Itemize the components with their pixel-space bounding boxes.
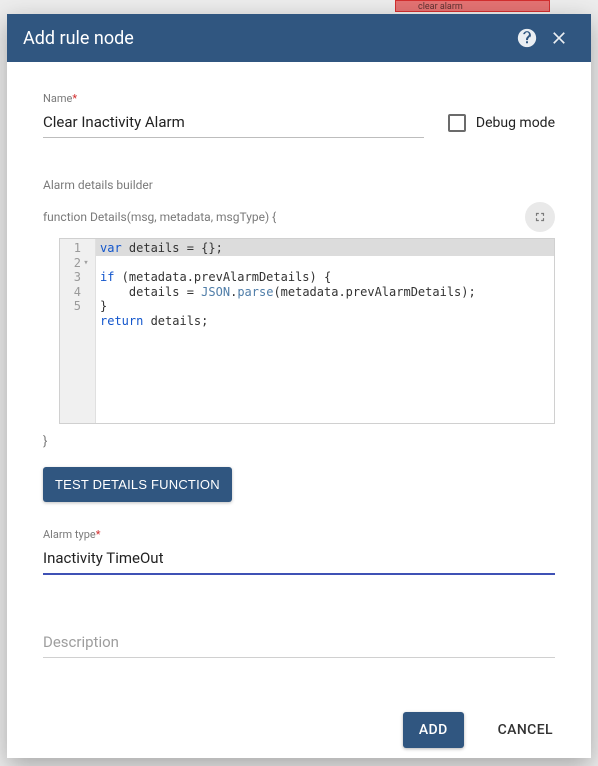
debug-mode-wrap: Debug mode [448,114,555,138]
fold-marker-icon[interactable]: ▾ [83,256,89,271]
description-input[interactable] [43,629,555,658]
editor-gutter: 1 2▾ 3 4 5 [60,239,96,423]
test-details-function-button[interactable]: TEST DETAILS FUNCTION [43,467,232,502]
dialog-titlebar: Add rule node [7,14,591,62]
alarm-type-label-text: Alarm type [43,528,96,541]
help-icon [516,27,538,49]
name-label-text: Name [43,92,72,105]
name-required-marker: * [72,92,77,105]
description-field [43,629,555,658]
background-node-clear-alarm: clear alarm [395,0,550,12]
fullscreen-icon [533,210,547,224]
close-icon [549,28,569,48]
debug-mode-checkbox[interactable] [448,114,466,132]
add-rule-node-dialog: Add rule node Name* Debug mode [7,14,591,758]
gutter-line-4: 4 [74,285,81,300]
dialog-content: Name* Debug mode Alarm details builder f… [7,62,591,700]
gutter-line-2: 2 [74,256,81,271]
name-field: Name* [43,92,424,138]
alarm-type-field: Alarm type* [43,528,555,575]
dialog-footer: ADD CANCEL [7,700,591,758]
gutter-line-5: 5 [74,299,81,314]
alarm-type-label: Alarm type* [43,528,555,541]
name-input[interactable] [43,109,424,138]
debug-mode-label: Debug mode [476,115,555,131]
background-node-label: clear alarm [418,2,463,12]
gutter-line-3: 3 [74,270,81,285]
alarm-details-section-title: Alarm details builder [43,178,555,192]
function-signature-close: } [43,434,555,449]
cancel-button[interactable]: CANCEL [482,712,569,748]
gutter-line-1: 1 [74,241,81,256]
code-editor[interactable]: 1 2▾ 3 4 5 var details = {}; if (metadat… [59,238,555,424]
alarm-type-required-marker: * [96,528,101,541]
add-button[interactable]: ADD [403,712,464,748]
dialog-title: Add rule node [23,28,134,49]
fullscreen-button[interactable] [525,202,555,232]
name-label: Name* [43,92,424,105]
content-scrollbar[interactable] [583,62,591,700]
alarm-type-input[interactable] [43,545,555,575]
help-button[interactable] [511,22,543,54]
function-signature-open: function Details(msg, metadata, msgType)… [43,210,276,224]
editor-code-area[interactable]: var details = {}; if (metadata.prevAlarm… [96,239,554,423]
close-button[interactable] [543,22,575,54]
